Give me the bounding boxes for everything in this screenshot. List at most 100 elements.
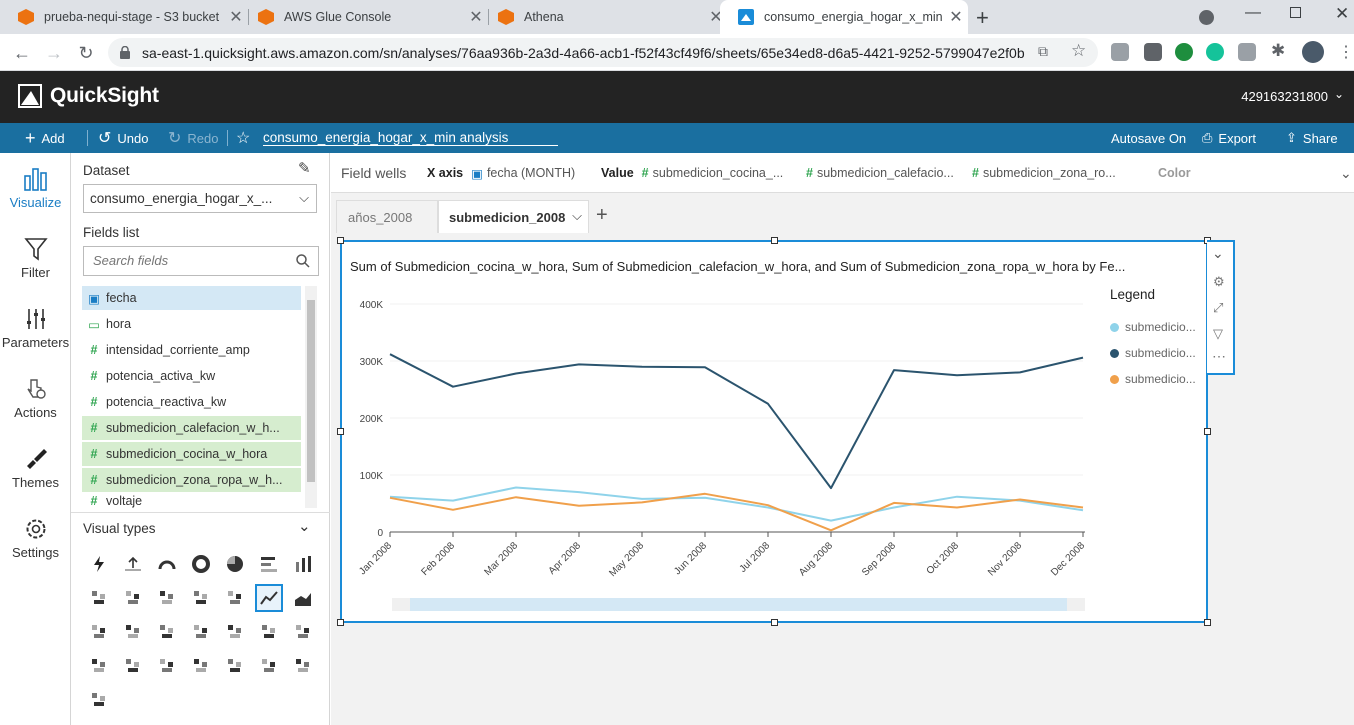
- browser-tab[interactable]: Athena ✕: [480, 0, 728, 34]
- account-menu[interactable]: 429163231800: [1241, 89, 1328, 104]
- resize-handle[interactable]: [1204, 428, 1211, 435]
- sheet-tab-active[interactable]: submedicion_2008 ⌵: [438, 200, 589, 233]
- add-sheet-icon[interactable]: +: [596, 204, 608, 227]
- resize-handle[interactable]: [1204, 619, 1211, 626]
- reload-icon[interactable]: ↻: [74, 41, 98, 65]
- legend-item[interactable]: submedicio...: [1110, 320, 1196, 334]
- profile-dropdown-icon[interactable]: [1199, 10, 1214, 25]
- visual-type-histogram-icon[interactable]: [153, 652, 181, 680]
- extension-icon[interactable]: [1144, 43, 1162, 61]
- field-item[interactable]: ▣ fecha: [82, 286, 301, 310]
- visual-type-word-cloud-icon[interactable]: [85, 686, 113, 714]
- visual-type-donut-icon[interactable]: [187, 550, 215, 578]
- analysis-name-input[interactable]: consumo_energia_hogar_x_min analysis: [263, 123, 559, 153]
- resize-handle[interactable]: [337, 237, 344, 244]
- visual-type-kpi-icon[interactable]: [119, 550, 147, 578]
- expand-wells-icon[interactable]: ⌄: [1340, 153, 1352, 193]
- legend-item[interactable]: submedicio...: [1110, 372, 1196, 386]
- nav-filter[interactable]: Filter: [0, 237, 71, 280]
- grammarly-icon[interactable]: [1206, 43, 1224, 61]
- gear-icon[interactable]: ⚙: [1213, 274, 1225, 290]
- visual-type-filled-map-icon[interactable]: [289, 652, 317, 680]
- nav-visualize[interactable]: Visualize: [0, 167, 71, 210]
- visual-type-tree-map-icon[interactable]: [85, 652, 113, 680]
- sheet-tab[interactable]: años_2008: [336, 200, 438, 233]
- expand-icon[interactable]: ⤢: [1213, 300, 1223, 316]
- line-chart-visual[interactable]: Sum of Submedicion_cocina_w_hora, Sum of…: [337, 237, 1211, 626]
- field-item[interactable]: # intensidad_corriente_amp: [82, 338, 301, 362]
- visual-type-vertical-100-bar-icon[interactable]: [187, 584, 215, 612]
- dataset-select[interactable]: consumo_energia_hogar_x_... ⌵: [83, 184, 317, 213]
- legend-item[interactable]: submedicio...: [1110, 346, 1196, 360]
- resize-handle[interactable]: [337, 428, 344, 435]
- field-item[interactable]: # potencia_reactiva_kw: [82, 390, 301, 414]
- search-input[interactable]: [93, 247, 293, 273]
- field-item[interactable]: # submedicion_zona_ropa_w_h...: [82, 468, 301, 492]
- visual-type-line-icon[interactable]: [255, 584, 283, 612]
- value-well-item[interactable]: # submedicion_calefacio...: [806, 153, 954, 193]
- nav-settings[interactable]: Settings: [0, 517, 71, 560]
- visual-type-combo-bar-icon[interactable]: [221, 584, 249, 612]
- visual-type-pivot-icon[interactable]: [221, 618, 249, 646]
- visual-type-heat-map-icon[interactable]: [289, 618, 317, 646]
- value-field[interactable]: submedicion_zona_ro...: [983, 166, 1116, 180]
- edit-pencil-icon[interactable]: ✎: [298, 159, 311, 177]
- value-well-item[interactable]: # submedicion_zona_ro...: [972, 153, 1116, 193]
- visual-type-funnel-icon[interactable]: [187, 652, 215, 680]
- field-wells-label[interactable]: Field wells: [341, 153, 406, 193]
- resize-handle[interactable]: [337, 619, 344, 626]
- filter-icon[interactable]: ▽: [1213, 326, 1223, 342]
- extension-icon[interactable]: [1175, 43, 1193, 61]
- visual-type-vertical-stacked-bar-icon[interactable]: [119, 584, 147, 612]
- field-item[interactable]: # voltaje: [82, 494, 301, 508]
- visual-type-box-plot-icon[interactable]: [187, 618, 215, 646]
- more-options-icon[interactable]: ⋯: [1212, 348, 1226, 365]
- search-fields-input[interactable]: [83, 246, 319, 276]
- avatar[interactable]: [1302, 41, 1324, 63]
- visual-type-stacked-area-icon[interactable]: [85, 618, 113, 646]
- window-close-icon[interactable]: ✕: [1335, 4, 1349, 24]
- redo-button[interactable]: ↻ Redo: [168, 123, 218, 153]
- favorite-star-icon[interactable]: ☆: [236, 123, 250, 153]
- chevron-down-icon[interactable]: ⌄: [1334, 87, 1344, 101]
- xaxis-value[interactable]: fecha (MONTH): [487, 166, 575, 180]
- autosave-toggle[interactable]: Autosave On: [1111, 123, 1186, 153]
- new-tab-icon[interactable]: +: [976, 5, 989, 31]
- fields-scrollbar[interactable]: [305, 286, 317, 508]
- back-icon[interactable]: ←: [10, 41, 34, 65]
- value-field[interactable]: submedicion_calefacio...: [817, 166, 954, 180]
- visual-type-horizontal-stacked-bar-icon[interactable]: [85, 584, 113, 612]
- chevron-down-icon[interactable]: ⌵: [572, 208, 582, 224]
- forward-icon[interactable]: →: [42, 41, 66, 65]
- collapse-chevron-icon[interactable]: ⌄: [298, 517, 311, 535]
- resize-handle[interactable]: [771, 237, 778, 244]
- visual-type-autograph-icon[interactable]: [85, 550, 113, 578]
- visual-type-table-icon[interactable]: [255, 618, 283, 646]
- xaxis-well[interactable]: X axis ▣ fecha (MONTH): [427, 153, 575, 193]
- field-item[interactable]: # potencia_activa_kw: [82, 364, 301, 388]
- visual-type-horizontal-bar-icon[interactable]: [255, 550, 283, 578]
- visual-type-gauge-icon[interactable]: [153, 550, 181, 578]
- puzzle-icon[interactable]: ✱: [1271, 41, 1285, 61]
- value-well[interactable]: Value # submedicion_cocina_...: [601, 153, 783, 193]
- undo-button[interactable]: ↺ Undo: [98, 123, 148, 153]
- nav-themes[interactable]: Themes: [0, 447, 71, 490]
- browser-tab-active[interactable]: consumo_energia_hogar_x_min a ✕: [720, 0, 968, 34]
- export-button[interactable]: ⎙ Export: [1202, 123, 1256, 153]
- url-field[interactable]: sa-east-1.quicksight.aws.amazon.com/sn/a…: [108, 38, 1098, 67]
- visual-type-sankey-icon[interactable]: [221, 652, 249, 680]
- field-item[interactable]: # submedicion_calefacion_w_h...: [82, 416, 301, 440]
- browser-tab[interactable]: AWS Glue Console ✕: [240, 0, 488, 34]
- collapse-visual-icon[interactable]: ⌄: [1212, 245, 1224, 262]
- visual-type-stacked-area-100-icon[interactable]: [119, 618, 147, 646]
- field-item[interactable]: # submedicion_cocina_w_hora: [82, 442, 301, 466]
- extension-icon[interactable]: [1111, 43, 1129, 61]
- close-icon[interactable]: ✕: [944, 7, 968, 27]
- extension-icon[interactable]: [1238, 43, 1256, 61]
- color-well[interactable]: Color: [1158, 153, 1191, 193]
- nav-actions[interactable]: Actions: [0, 377, 71, 420]
- restore-icon[interactable]: [1290, 7, 1301, 18]
- visual-type-vertical-bar-icon[interactable]: [289, 550, 317, 578]
- browser-tab[interactable]: prueba-nequi-stage - S3 bucket ✕: [0, 0, 248, 34]
- translate-icon[interactable]: ⧉: [1038, 43, 1048, 60]
